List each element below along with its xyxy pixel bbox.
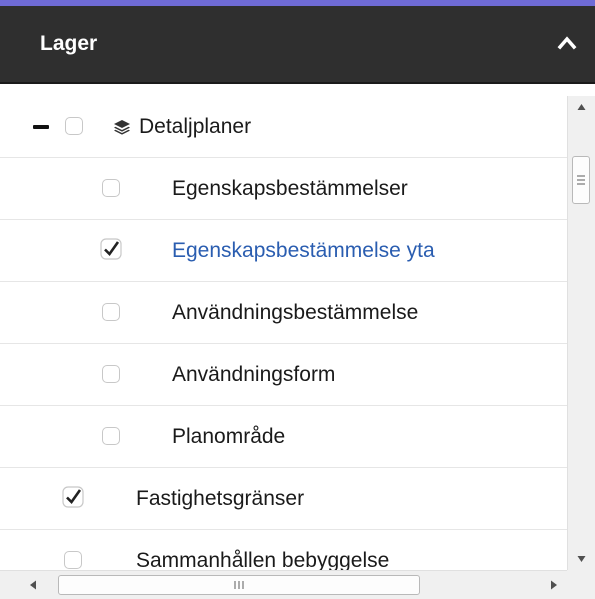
layer-row-fastighetsgranser[interactable]: Fastighetsgränser — [0, 468, 567, 530]
layer-label[interactable]: Fastighetsgränser — [136, 468, 304, 530]
horizontal-scrollbar[interactable] — [0, 570, 567, 599]
vertical-scroll-thumb[interactable] — [572, 156, 590, 204]
layer-row-planomrade[interactable]: Planområde — [0, 406, 567, 468]
panel-header[interactable]: Lager — [0, 6, 595, 84]
layer-list: Detaljplaner Egenskapsbestämmelser Egens… — [0, 96, 567, 570]
layer-label[interactable]: Sammanhållen bebyggelse — [136, 530, 389, 570]
scroll-right-arrow-icon[interactable] — [541, 571, 567, 599]
layer-checkbox[interactable] — [64, 551, 82, 569]
layer-group-row[interactable]: Detaljplaner — [0, 96, 567, 158]
layer-label[interactable]: Planområde — [172, 406, 285, 468]
layer-label[interactable]: Egenskapsbestämmelser — [172, 158, 408, 220]
layer-checkbox[interactable] — [102, 303, 120, 321]
grip-icon — [577, 175, 585, 185]
horizontal-scroll-thumb[interactable] — [58, 575, 420, 595]
layer-checkbox[interactable] — [102, 179, 120, 197]
layer-row-anvandningsbestammelse[interactable]: Användningsbestämmelse — [0, 282, 567, 344]
scroll-left-arrow-icon[interactable] — [20, 571, 46, 599]
checkmark-icon[interactable] — [100, 238, 122, 260]
layer-label-active[interactable]: Egenskapsbestämmelse yta — [172, 220, 435, 282]
layer-group-checkbox[interactable] — [65, 117, 83, 135]
layer-group-label[interactable]: Detaljplaner — [139, 96, 251, 158]
layer-row-egenskapsbestammelser[interactable]: Egenskapsbestämmelser — [0, 158, 567, 220]
layer-row-egenskapsbestammelse-yta[interactable]: Egenskapsbestämmelse yta — [0, 220, 567, 282]
layer-label[interactable]: Användningsform — [172, 344, 335, 406]
vertical-scrollbar[interactable] — [567, 96, 595, 570]
checkmark-icon[interactable] — [62, 486, 84, 508]
layer-checkbox[interactable] — [102, 427, 120, 445]
panel-title: Lager — [40, 32, 98, 55]
layer-row-sammanhallen-bebyggelse[interactable]: Sammanhållen bebyggelse — [0, 530, 567, 570]
layers-icon — [114, 120, 130, 135]
scrollbar-corner — [567, 570, 595, 599]
scroll-up-arrow-icon[interactable] — [568, 96, 595, 118]
layer-label[interactable]: Användningsbestämmelse — [172, 282, 418, 344]
layer-row-anvandningsform[interactable]: Användningsform — [0, 344, 567, 406]
layer-checkbox[interactable] — [102, 365, 120, 383]
chevron-up-icon[interactable] — [557, 33, 577, 53]
collapse-group-icon[interactable] — [33, 125, 49, 129]
grip-icon — [234, 581, 244, 589]
scroll-down-arrow-icon[interactable] — [568, 548, 595, 570]
